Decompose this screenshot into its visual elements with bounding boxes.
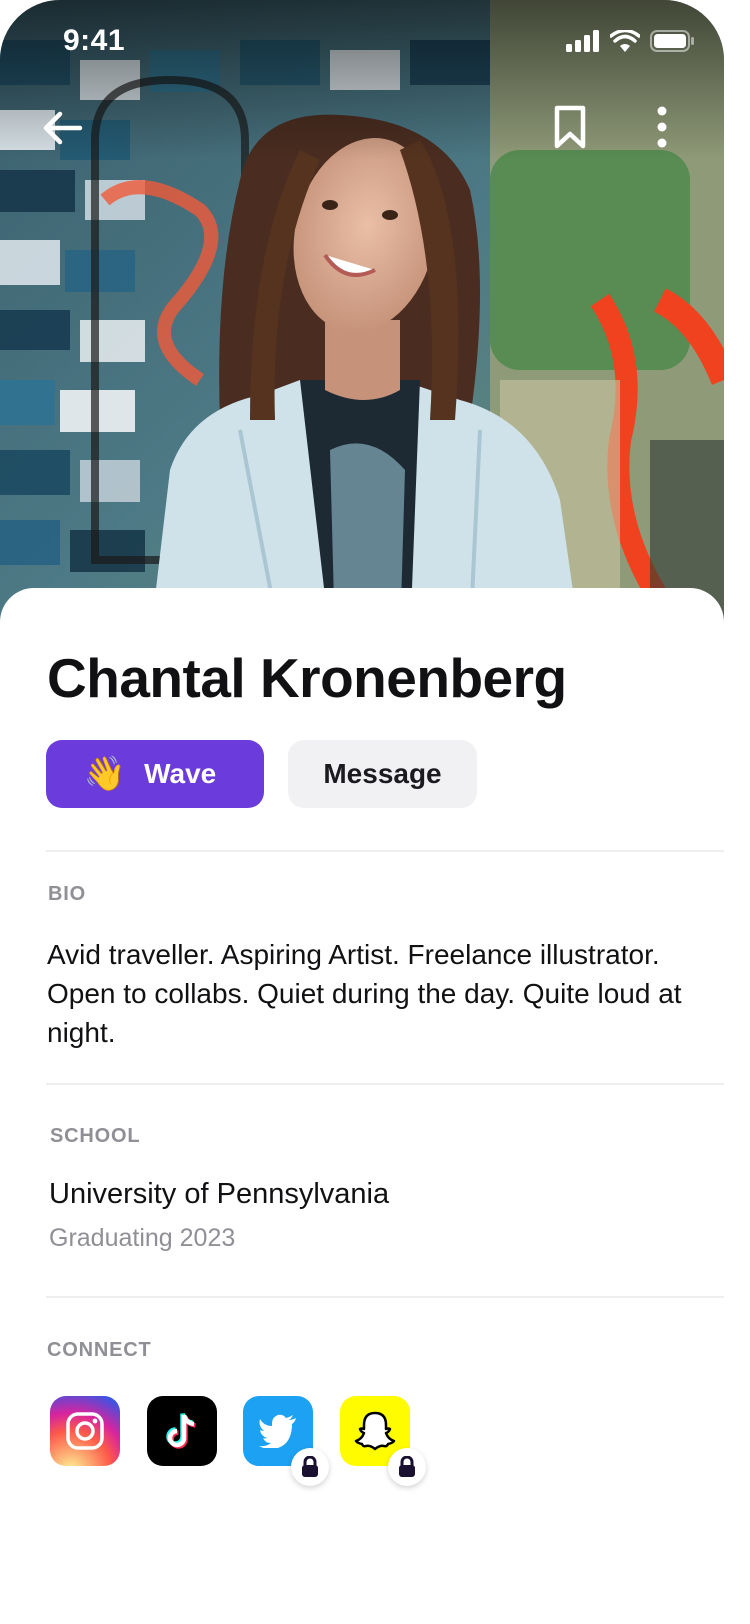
- divider: [46, 1083, 724, 1085]
- signal-icon: [566, 30, 600, 57]
- lock-icon: [399, 1456, 415, 1477]
- snapchat-link[interactable]: [340, 1396, 426, 1486]
- lock-icon: [302, 1456, 318, 1477]
- message-label: Message: [323, 758, 442, 789]
- tiktok-link[interactable]: [147, 1396, 217, 1466]
- bio-label: BIO: [48, 883, 86, 905]
- divider: [46, 850, 724, 852]
- status-bar: 9:41: [0, 0, 724, 90]
- profile-details-sheet: Chantal Kronenberg 👋 Wave Message BIO Av…: [0, 588, 724, 1624]
- wifi-icon: [609, 28, 641, 57]
- wave-button[interactable]: 👋 Wave: [46, 740, 264, 808]
- divider: [46, 1296, 724, 1298]
- back-arrow-icon: [43, 111, 83, 145]
- status-time: 9:41: [63, 24, 126, 57]
- school-label: SCHOOL: [50, 1125, 141, 1147]
- graduation-year: Graduating 2023: [49, 1224, 236, 1252]
- bio-text: Avid traveller. Aspiring Artist. Freelan…: [47, 939, 682, 1048]
- instagram-link[interactable]: [50, 1396, 120, 1466]
- bookmark-icon: [554, 105, 586, 149]
- snapchat-icon: [354, 1411, 396, 1451]
- more-options-button[interactable]: [650, 104, 674, 150]
- message-button[interactable]: Message: [288, 740, 477, 808]
- profile-name: Chantal Kronenberg: [47, 647, 567, 709]
- back-button[interactable]: [40, 108, 84, 148]
- instagram-icon: [66, 1412, 104, 1450]
- connect-label: CONNECT: [47, 1339, 152, 1361]
- battery-icon: [650, 30, 694, 57]
- wave-label: Wave: [144, 758, 217, 789]
- profile-photo: [0, 0, 724, 640]
- locked-badge: [291, 1448, 329, 1486]
- twitter-link[interactable]: [243, 1396, 329, 1486]
- wave-hand-icon: 👋: [83, 755, 127, 793]
- school-name: University of Pennsylvania: [49, 1178, 390, 1210]
- tiktok-icon: [166, 1412, 196, 1449]
- locked-badge: [388, 1448, 426, 1486]
- more-vertical-icon: [657, 106, 667, 148]
- profile-screen: 9:41 Chantal Kronenberg 👋 Wave Message B…: [0, 0, 724, 1624]
- twitter-icon: [259, 1414, 296, 1448]
- bookmark-button[interactable]: [552, 104, 588, 150]
